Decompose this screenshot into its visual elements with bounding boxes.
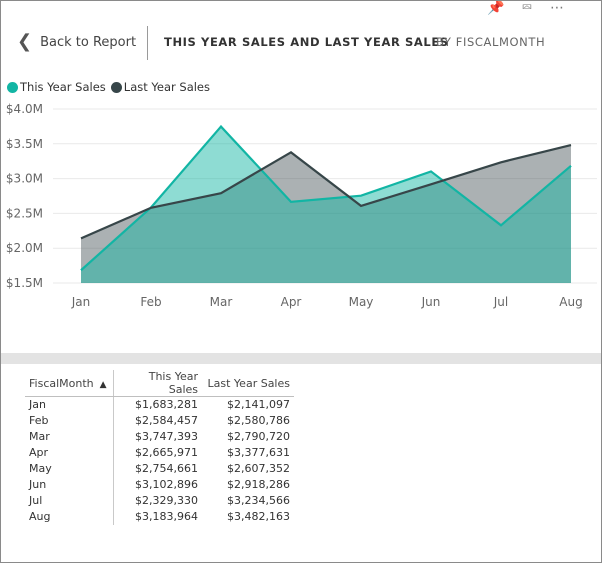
cell-this-year-sales: $1,683,281: [135, 398, 198, 411]
y-tick-label: $3.5M: [6, 137, 43, 151]
column-header-fiscalmonth[interactable]: FiscalMonth ▲: [25, 370, 114, 397]
cell-fiscalmonth: Jan: [25, 396, 114, 413]
focus-mode-icon[interactable]: ⮹: [519, 1, 535, 17]
sort-ascending-icon: ▲: [99, 379, 107, 390]
cell-last-year-sales: $2,141,097: [227, 398, 290, 411]
legend-item-last-year[interactable]: Last Year Sales: [110, 80, 211, 94]
cell-last-year-sales: $3,482,163: [227, 510, 290, 523]
table-row[interactable]: Jan $1,683,281 $2,141,097: [25, 396, 294, 413]
x-tick-label: Apr: [281, 295, 302, 309]
table-row[interactable]: May $2,754,661 $2,607,352: [25, 461, 294, 477]
table-row[interactable]: Mar $3,747,393 $2,790,720: [25, 429, 294, 445]
y-tick-label: $3.0M: [6, 172, 43, 186]
cell-last-year-sales: $2,580,786: [227, 414, 290, 427]
visual-frame: 📌 ⮹ ⋯ ❮ Back to Report THIS YEAR SALES A…: [0, 0, 602, 563]
data-table-panel: FiscalMonth ▲ This Year Sales Last Year S…: [12, 364, 592, 562]
x-tick-label: Jul: [493, 295, 508, 309]
y-tick-label: $4.0M: [6, 102, 43, 116]
cell-fiscalmonth: Aug: [25, 509, 114, 525]
legend-label-last-year: Last Year Sales: [123, 80, 211, 94]
cell-this-year-sales: $2,754,661: [135, 462, 198, 475]
legend-marker-last-year: [110, 81, 122, 93]
back-to-report-label: Back to Report: [40, 34, 137, 50]
cell-last-year-sales: $2,607,352: [227, 462, 290, 475]
pin-icon[interactable]: 📌: [487, 1, 504, 17]
chart-legend: This Year Sales Last Year Sales: [7, 78, 215, 96]
column-header-label: FiscalMonth: [29, 376, 94, 390]
cell-fiscalmonth: Apr: [25, 445, 114, 461]
chevron-left-icon: ❮: [17, 31, 33, 52]
table-row[interactable]: Aug $3,183,964 $3,482,163: [25, 509, 294, 525]
cell-this-year-sales: $3,183,964: [135, 510, 198, 523]
data-table: FiscalMonth ▲ This Year Sales Last Year S…: [25, 370, 294, 525]
cell-last-year-sales: $2,790,720: [227, 430, 290, 443]
x-tick-label: Aug: [559, 295, 582, 309]
area-chart[interactable]: $4.0M $3.5M $3.0M $2.5M $2.0M $1.5M Jan Feb Mar A…: [1, 96, 601, 318]
table-row[interactable]: Jul $2,329,330 $3,234,566: [25, 493, 294, 509]
y-tick-label: $2.0M: [6, 241, 43, 255]
x-tick-label: Jan: [71, 295, 91, 309]
table-header-row: FiscalMonth ▲ This Year Sales Last Year S…: [25, 370, 294, 397]
legend-label-this-year: This Year Sales: [20, 80, 106, 94]
focus-header: ❮ Back to Report THIS YEAR SALES AND LAS…: [1, 23, 601, 61]
header-divider: [147, 26, 148, 60]
cell-fiscalmonth: Jul: [25, 493, 114, 509]
x-tick-label: Feb: [140, 295, 161, 309]
cell-last-year-sales: $3,377,631: [227, 446, 290, 459]
cell-last-year-sales: $2,918,286: [227, 478, 290, 491]
cell-this-year-sales: $2,584,457: [135, 414, 198, 427]
cell-this-year-sales: $3,747,393: [135, 430, 198, 443]
cell-last-year-sales: $3,234,566: [227, 494, 290, 507]
back-to-report-button[interactable]: ❮ Back to Report: [17, 23, 136, 61]
table-row[interactable]: Apr $2,665,971 $3,377,631: [25, 445, 294, 461]
cell-this-year-sales: $2,665,971: [135, 446, 198, 459]
cell-fiscalmonth: May: [25, 461, 114, 477]
y-tick-label: $2.5M: [6, 206, 43, 220]
table-row[interactable]: Jun $3,102,896 $2,918,286: [25, 477, 294, 493]
column-header-this-year-sales[interactable]: This Year Sales: [113, 370, 202, 397]
legend-marker-this-year: [7, 81, 18, 93]
table-row[interactable]: Feb $2,584,457 $2,580,786: [25, 413, 294, 429]
cell-fiscalmonth: Mar: [25, 429, 114, 445]
cell-fiscalmonth: Jun: [25, 477, 114, 493]
x-tick-label: May: [349, 295, 374, 309]
y-tick-label: $1.5M: [6, 276, 43, 290]
legend-item-this-year[interactable]: This Year Sales: [7, 80, 106, 94]
x-tick-label: Mar: [210, 295, 233, 309]
x-tick-label: Jun: [421, 295, 441, 309]
more-options-icon[interactable]: ⋯: [549, 1, 565, 17]
cell-fiscalmonth: Feb: [25, 413, 114, 429]
column-header-last-year-sales[interactable]: Last Year Sales: [202, 370, 294, 397]
visual-subtitle: BY FISCALMONTH: [436, 35, 546, 49]
cell-this-year-sales: $2,329,330: [135, 494, 198, 507]
visual-title: THIS YEAR SALES AND LAST YEAR SALES: [164, 35, 449, 49]
cell-this-year-sales: $3,102,896: [135, 478, 198, 491]
panel-divider: [1, 353, 601, 364]
